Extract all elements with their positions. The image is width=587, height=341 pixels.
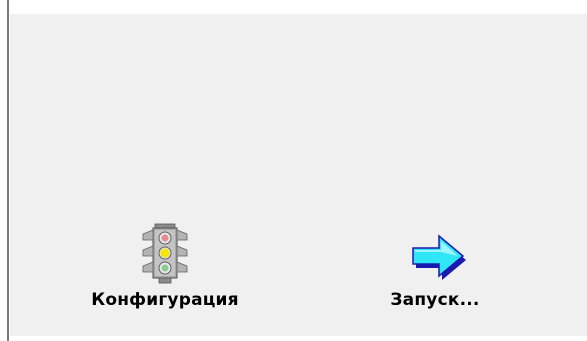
run-launcher[interactable]: Запуск... — [340, 222, 530, 310]
arrow-right-icon — [412, 234, 466, 280]
window: Конфигурация Запуск... — [0, 0, 587, 341]
configuration-launcher[interactable]: Конфигурация — [60, 222, 270, 310]
left-border — [7, 0, 9, 341]
traffic-light-icon — [142, 223, 188, 284]
configuration-label: Конфигурация — [91, 290, 239, 310]
bottom-strip — [10, 336, 587, 341]
run-label: Запуск... — [390, 290, 480, 310]
